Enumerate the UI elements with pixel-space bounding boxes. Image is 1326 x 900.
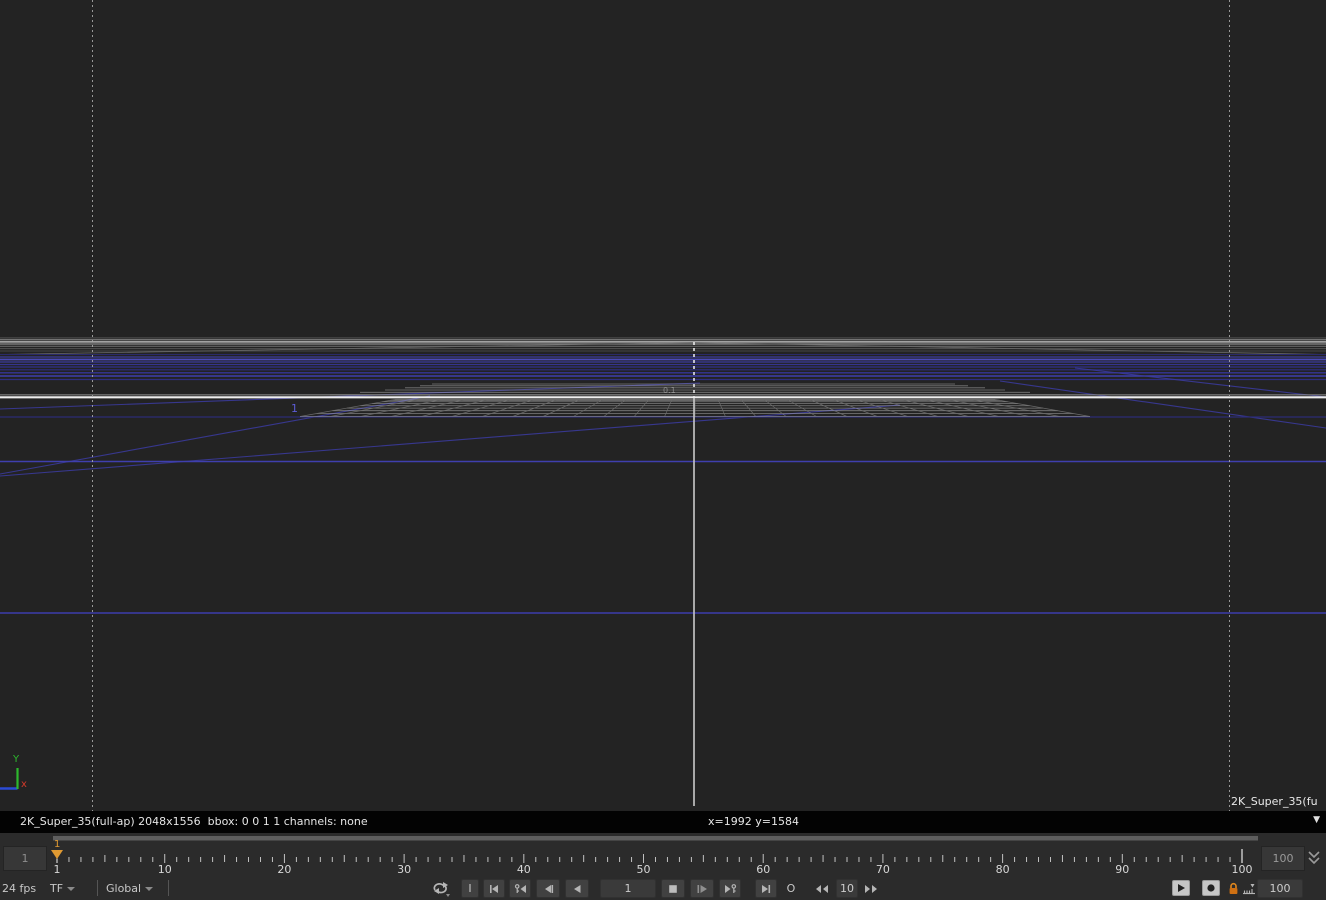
svg-text:60: 60 — [756, 863, 770, 876]
playback-range-end-field[interactable]: 100 — [1257, 879, 1303, 898]
record-icon — [1206, 883, 1216, 893]
playback-loop-mode-button[interactable] — [428, 879, 454, 898]
playback-controls-bar: 24 fps TF Global I — [0, 877, 1326, 900]
play-forward-icon — [696, 883, 708, 895]
lock-icon — [1227, 882, 1240, 896]
previous-keyframe-button[interactable] — [509, 879, 531, 898]
go-to-start-button[interactable] — [483, 879, 505, 898]
axis-x-label: x — [21, 779, 27, 790]
step-back-one-frame-button[interactable] — [536, 879, 560, 898]
axis-y-label: Y — [12, 754, 20, 765]
increment-frame-button[interactable] — [861, 879, 881, 898]
previous-keyframe-icon — [514, 883, 527, 895]
svg-text:20: 20 — [277, 863, 291, 876]
flipbook-play-button[interactable] — [1172, 880, 1190, 896]
rewind-icon — [815, 884, 829, 894]
axis-orientation-gizmo: Y x — [0, 748, 40, 796]
loop-once-button[interactable]: O — [781, 879, 801, 898]
svg-text:1: 1 — [54, 863, 61, 876]
svg-text:70: 70 — [876, 863, 890, 876]
divider — [97, 880, 98, 896]
svg-text:1: 1 — [54, 839, 60, 850]
playhead[interactable]: 1 — [51, 839, 63, 863]
stop-icon — [667, 883, 679, 895]
svg-text:100: 100 — [1232, 863, 1253, 876]
mouse-coordinates: x=1992 y=1584 — [708, 815, 799, 828]
play-forward-button[interactable] — [690, 879, 714, 898]
timeline-scale-button[interactable] — [1240, 879, 1258, 898]
ruler-marker-icon — [1242, 882, 1256, 895]
svg-text:40: 40 — [517, 863, 531, 876]
play-icon — [1176, 883, 1186, 893]
nuke-viewer-window: 10.1 Y x 2K_Super_35(fu 2K_Super_35(full… — [0, 0, 1326, 900]
current-frame-field[interactable]: 1 — [600, 879, 656, 898]
chevron-down-icon — [67, 887, 75, 891]
timeline-range-start-field[interactable]: 1 — [3, 846, 47, 871]
svg-text:50: 50 — [637, 863, 651, 876]
svg-text:30: 30 — [397, 863, 411, 876]
fps-label: 24 fps — [2, 882, 36, 895]
next-keyframe-icon — [724, 883, 737, 895]
decrement-frame-button[interactable] — [812, 879, 832, 898]
play-backward-button[interactable] — [565, 879, 589, 898]
stop-button[interactable] — [661, 879, 685, 898]
timeline-mode-dropdown[interactable]: TF — [50, 882, 75, 895]
svg-text:1: 1 — [291, 402, 298, 415]
frame-ruler[interactable]: 1 10 20 30 40 50 60 70 80 90 100 1 — [0, 833, 1326, 877]
skip-to-start-icon — [488, 883, 500, 895]
next-keyframe-button[interactable] — [719, 879, 741, 898]
svg-text:90: 90 — [1115, 863, 1129, 876]
loop-cycle-icon — [431, 881, 451, 897]
timeline-panel: 1 10 20 30 40 50 60 70 80 90 100 1 1 100 — [0, 833, 1326, 877]
3d-viewport[interactable]: 10.1 Y x 2K_Super_35(fu — [0, 0, 1326, 811]
format-info-text: 2K_Super_35(full-ap) 2048x1556 bbox: 0 0… — [20, 815, 368, 828]
viewer-status-bar: 2K_Super_35(full-ap) 2048x1556 bbox: 0 0… — [0, 811, 1326, 833]
frame-increment-field[interactable]: 10 — [836, 879, 858, 898]
in-out-range-button[interactable]: I — [461, 879, 479, 898]
divider — [168, 880, 169, 896]
svg-text:0.1: 0.1 — [663, 386, 676, 395]
go-to-end-button[interactable] — [755, 879, 777, 898]
fast-forward-icon — [864, 884, 878, 894]
play-backward-icon — [571, 883, 583, 895]
step-back-icon — [542, 883, 554, 895]
timeline-range-end-field[interactable]: 100 — [1261, 846, 1305, 871]
svg-text:80: 80 — [996, 863, 1010, 876]
statusbar-dropdown-icon[interactable]: ▼ — [1313, 815, 1320, 825]
frame-range-dropdown[interactable]: Global — [106, 882, 153, 895]
svg-text:10: 10 — [158, 863, 172, 876]
3d-scene-wireframe: 10.1 — [0, 0, 1326, 811]
chevron-down-icon — [145, 887, 153, 891]
format-label: 2K_Super_35(fu — [1231, 795, 1318, 808]
collapse-timeline-icon[interactable] — [1306, 850, 1322, 866]
skip-to-end-icon — [760, 883, 772, 895]
render-record-button[interactable] — [1202, 880, 1220, 896]
